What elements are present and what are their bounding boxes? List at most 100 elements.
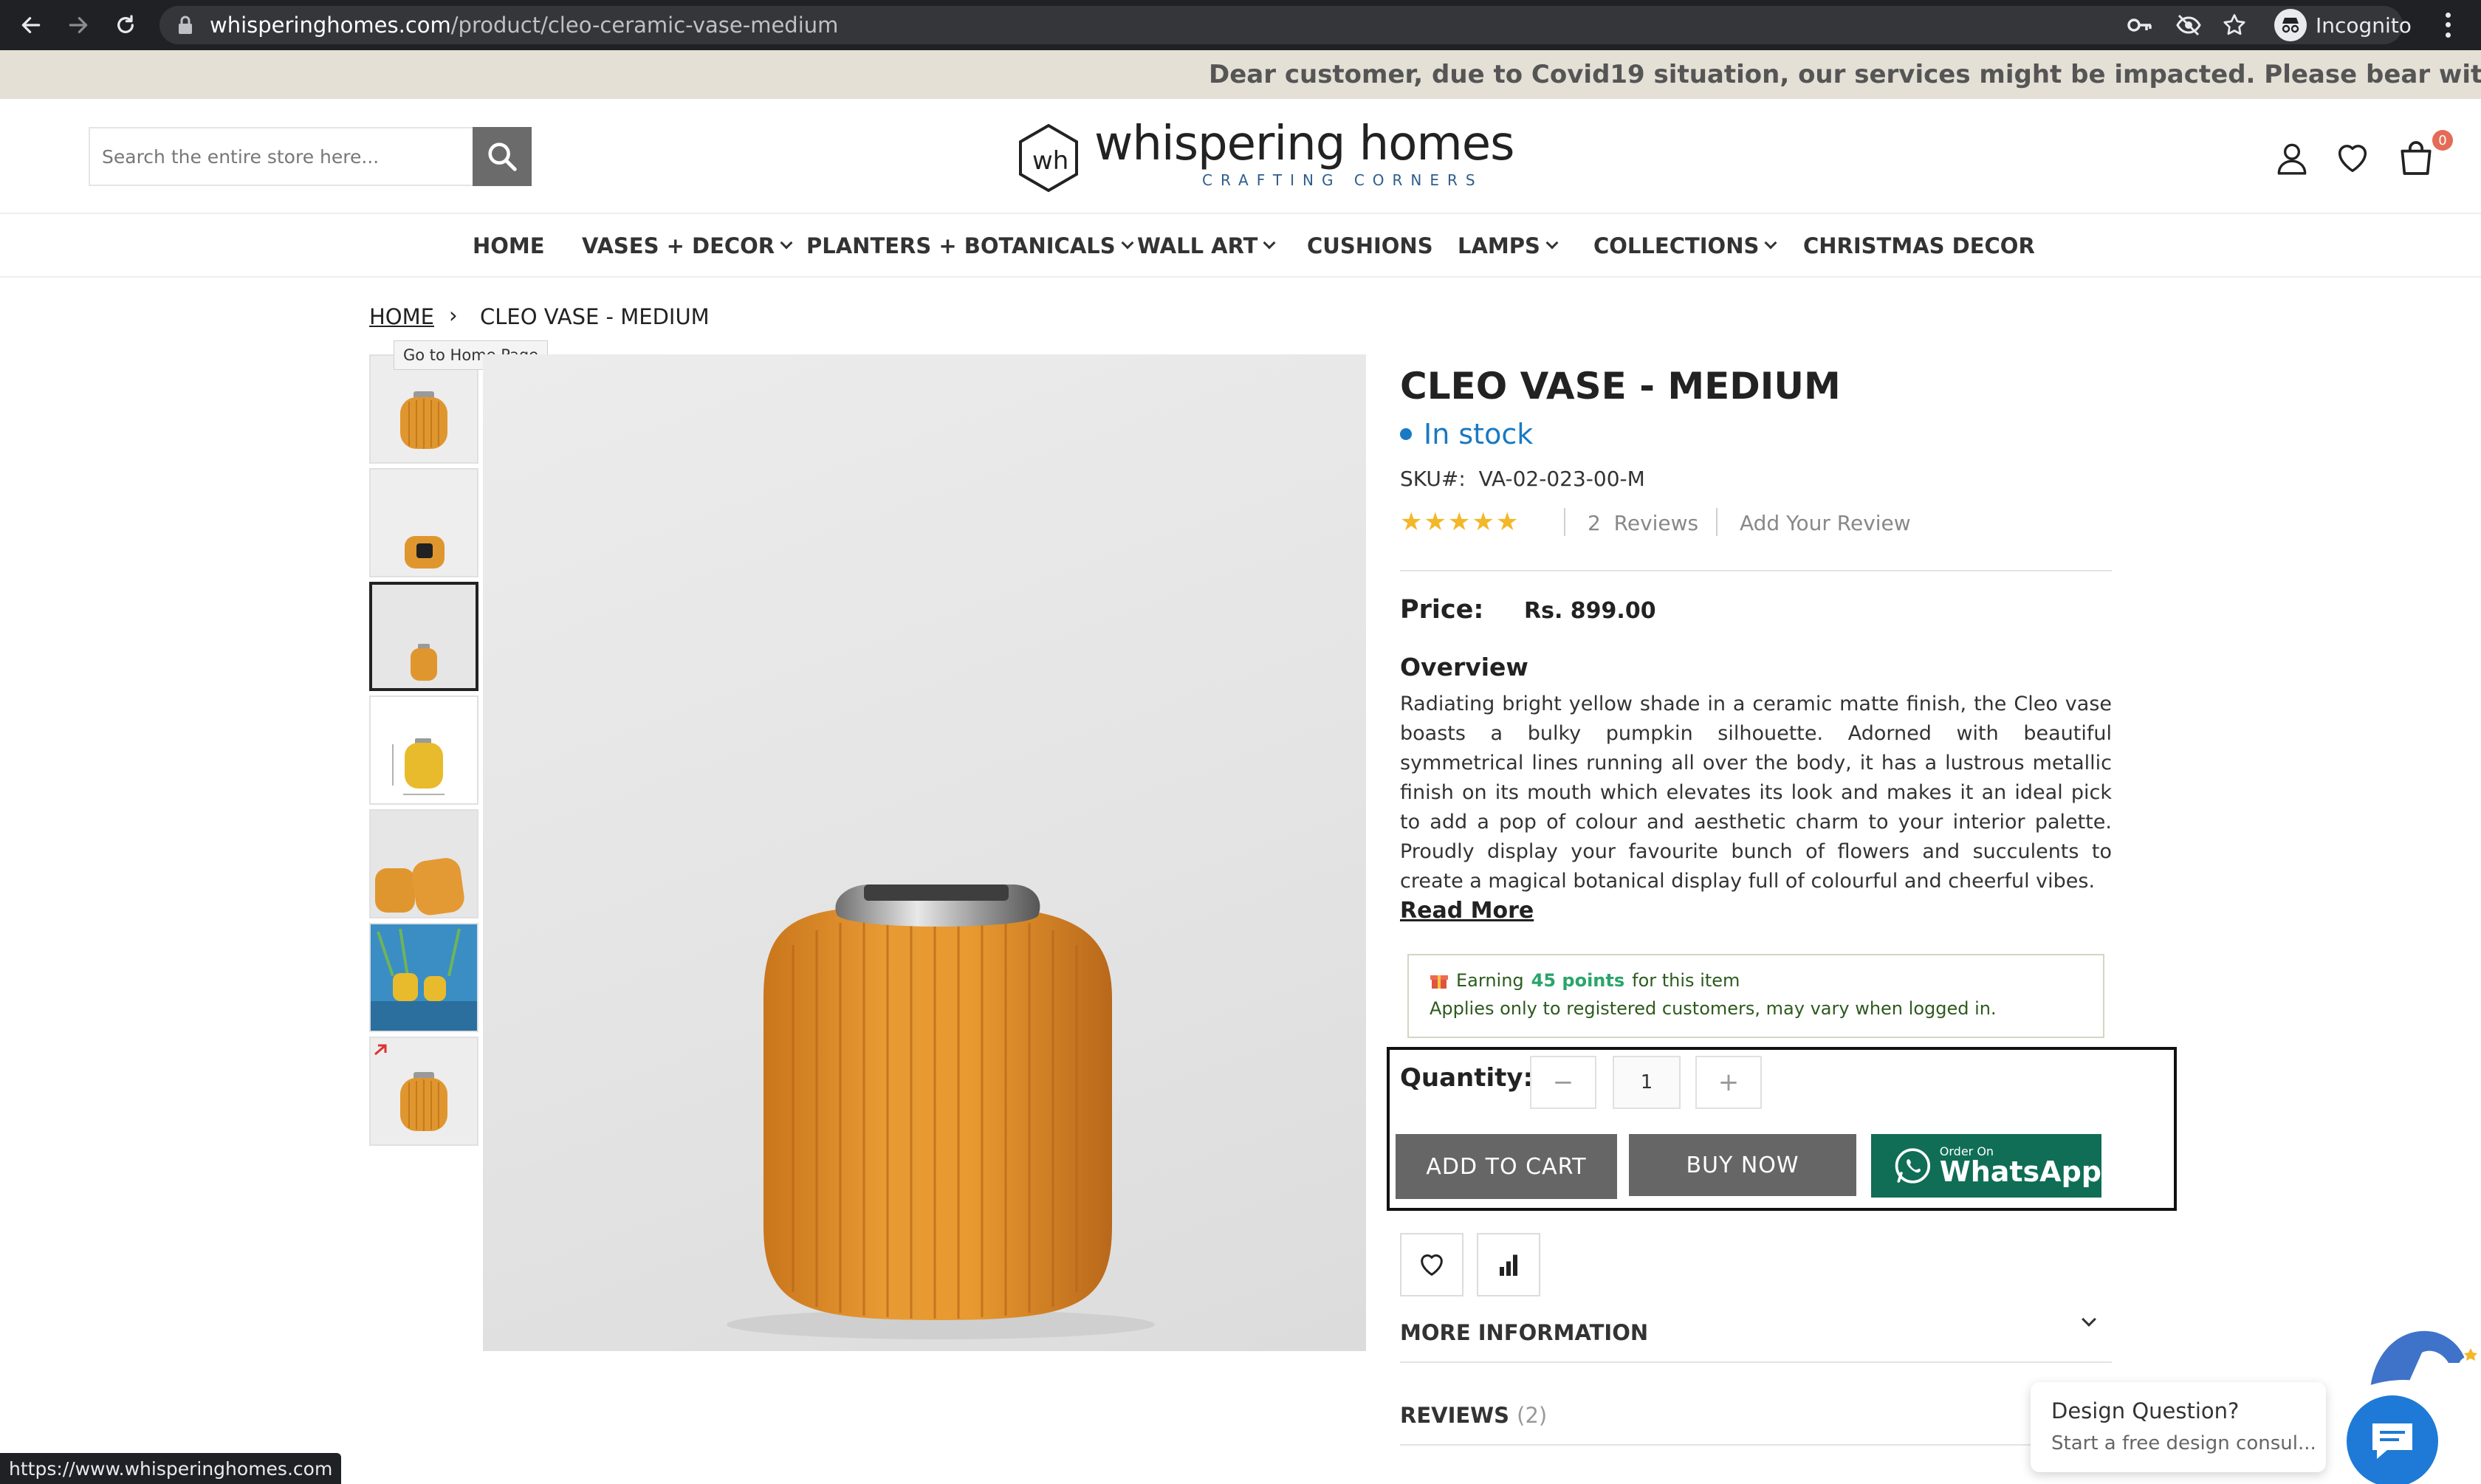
back-icon[interactable] [13,7,49,43]
add-review-link[interactable]: Add Your Review [1740,511,1911,535]
stock-status: In stock [1400,418,1533,450]
nav-label: HOME [473,233,545,258]
read-more-link[interactable]: Read More [1400,898,1534,924]
whatsapp-big-text: WhatsApp [1939,1155,2101,1188]
chat-launcher-button[interactable] [2347,1395,2438,1484]
nav-item-vases-decor[interactable]: VASES + DECOR [582,233,793,258]
nav-label: LAMPS [1458,233,1540,258]
rating-stars: ★ ★ ★ ★ ★ [1400,509,1518,535]
price-value: Rs. 899.00 [1524,598,1656,624]
nav-label: COLLECTIONS [1593,233,1760,258]
nav-label: WALL ART [1137,233,1258,258]
search-input[interactable] [102,128,464,185]
star-icon: ★ [1400,507,1423,537]
add-to-compare-button[interactable] [1477,1233,1540,1296]
bookmark-star-icon[interactable] [2221,12,2248,41]
link-preview-status-bar: https://www.whisperinghomes.com [0,1453,342,1484]
thumbnail-7[interactable] [369,1037,478,1146]
heart-icon [1421,1254,1443,1276]
bar-chart-icon [1500,1254,1517,1276]
url-host: whisperinghomes.com [210,13,451,38]
more-information-tab[interactable]: MORE INFORMATION [1400,1320,1648,1345]
add-to-cart-button[interactable]: ADD TO CART [1396,1134,1617,1199]
points-prefix: Earning [1456,970,1524,991]
star-icon: ★ [1424,507,1447,537]
logo-mark[interactable]: wh [1016,123,1081,196]
chevron-down-icon [1263,236,1276,250]
lock-icon[interactable] [177,15,193,38]
star-icon: ★ [1495,507,1519,537]
sku-value: VA-02-023-00-M [1478,467,1645,491]
account-button[interactable] [2270,136,2314,180]
nav-item-cushions[interactable]: CUSHIONS [1307,233,1433,258]
reviews-tab[interactable]: REVIEWS (2) [1400,1403,1547,1428]
incognito-label: Incognito [2316,13,2412,38]
chat-subtitle: Start a free design consul... [2051,1432,2316,1454]
nav-item-lamps[interactable]: LAMPS [1458,233,1559,258]
reviews-count: 2 [1588,511,1601,535]
forward-icon[interactable] [61,7,96,43]
nav-divider-bottom [0,276,2481,278]
gift-icon [1430,971,1449,990]
stock-text: In stock [1424,418,1534,450]
key-icon[interactable] [2127,13,2153,40]
incognito-icon [2274,9,2307,41]
reviews-link[interactable]: 2 Reviews [1588,511,1698,535]
search-button[interactable] [473,127,532,186]
thumbnail-5[interactable] [369,809,478,918]
chevron-down-icon[interactable] [2082,1312,2096,1327]
divider [1400,1444,2112,1446]
nav-item-collections[interactable]: COLLECTIONS [1593,233,1777,258]
search-icon [488,142,517,171]
logo-tagline: CRAFTING CORNERS [1202,171,1483,189]
incognito-profile[interactable]: Incognito [2274,8,2422,42]
logo-name[interactable]: whispering homes [1094,117,1514,171]
cart-count-badge: 0 [2432,130,2453,151]
divider [1400,570,2112,571]
shopping-bag-icon [2401,141,2432,175]
rating-divider [1716,508,1718,536]
reload-icon[interactable] [108,7,143,43]
reviews-tab-label: REVIEWS [1400,1403,1510,1428]
rating-divider [1564,508,1565,536]
buy-now-button[interactable]: BUY NOW [1629,1134,1856,1196]
chevron-down-icon [780,236,793,250]
reviews-label: Reviews [1613,511,1699,535]
thumbnail-3-selected[interactable] [369,582,478,691]
order-on-whatsapp-button[interactable]: Order On WhatsApp [1871,1134,2101,1198]
chevron-down-icon [1764,236,1777,250]
quantity-input[interactable] [1613,1056,1681,1109]
cart-button[interactable] [2394,136,2438,180]
sku-label: SKU#: [1400,467,1466,491]
nav-label: VASES + DECOR [582,233,775,258]
chevron-down-icon [1121,236,1134,250]
eye-off-icon[interactable] [2175,13,2202,40]
thumbnail-6[interactable] [369,923,478,1032]
nav-item-planters-botanicals[interactable]: PLANTERS + BOTANICALS [806,233,1134,258]
quantity-increase-button[interactable]: + [1695,1056,1762,1109]
search-field[interactable] [89,127,474,186]
chat-bubble-icon [2372,1423,2412,1459]
thumbnail-4[interactable] [369,695,478,805]
breadcrumb-home-link[interactable]: HOME [369,304,434,329]
sku: SKU#: VA-02-023-00-M [1400,467,1645,491]
url-text[interactable]: whisperinghomes.com/product/cleo-ceramic… [210,13,838,38]
stock-dot-icon [1400,428,1412,440]
quantity-decrease-button[interactable]: − [1530,1056,1596,1109]
nav-divider-top [0,213,2481,214]
thumbnail-1[interactable] [369,354,478,464]
nav-item-home[interactable]: HOME [473,233,545,258]
heart-icon [2338,145,2367,173]
chat-prompt-card[interactable] [2031,1382,2326,1472]
user-icon [2277,143,2307,175]
kebab-menu-icon[interactable] [2437,10,2459,40]
santa-hat-icon [2360,1319,2478,1400]
product-title: CLEO VASE - MEDIUM [1400,365,1841,408]
nav-item-wall-art[interactable]: WALL ART [1137,233,1276,258]
divider [1400,1361,2112,1363]
thumbnail-2[interactable] [369,468,478,577]
wishlist-button[interactable] [2330,136,2375,180]
add-to-wishlist-button[interactable] [1400,1233,1463,1296]
main-product-image[interactable] [483,354,1366,1351]
nav-item-christmas-decor[interactable]: CHRISTMAS DECOR [1803,233,2035,258]
